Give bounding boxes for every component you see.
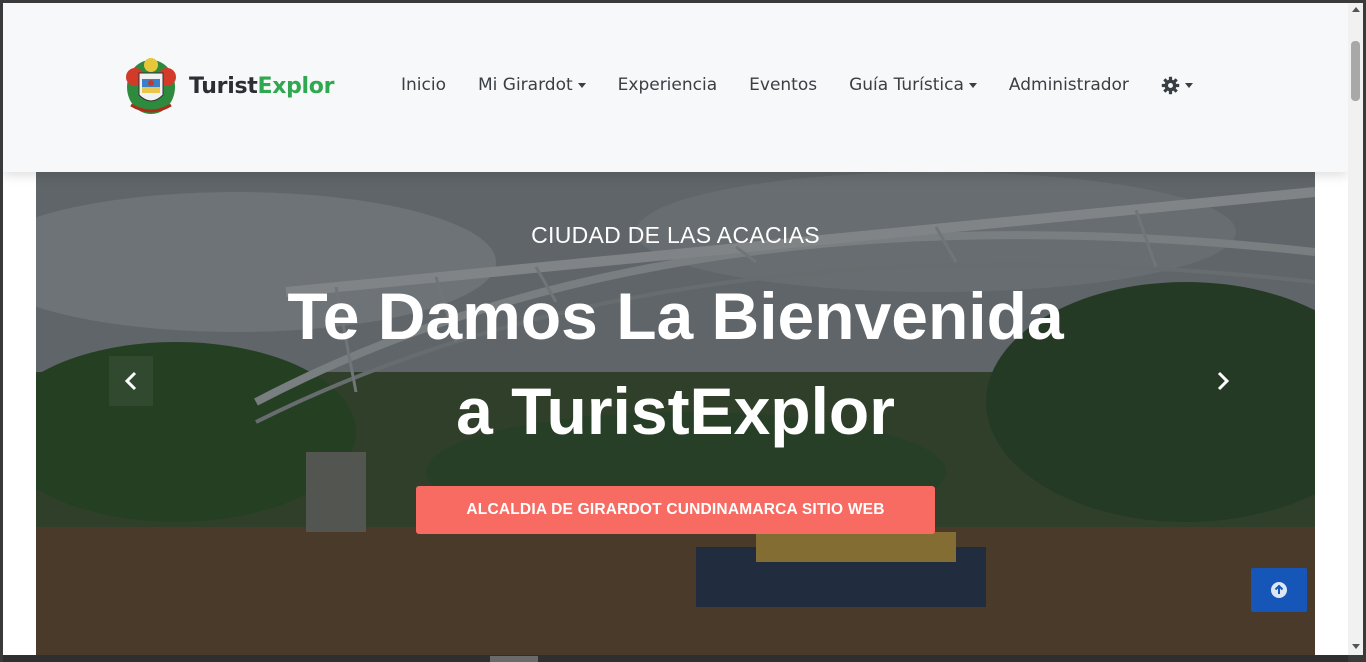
browser-viewport: TuristExplor Inicio Mi Girardot Experien…: [3, 3, 1348, 655]
horizontal-scrollbar[interactable]: [3, 655, 1348, 662]
caret-down-icon: [968, 82, 977, 88]
hero-carousel: CIUDAD DE LAS ACACIAS Te Damos La Bienve…: [36, 172, 1315, 655]
nav-label: Mi Girardot: [477, 75, 573, 95]
nav-guia-turistica[interactable]: Guía Turística: [849, 75, 977, 95]
cta-button[interactable]: ALCALDIA DE GIRARDOT CUNDINAMARCA SITIO …: [416, 486, 935, 534]
nav-label: Experiencia: [617, 75, 718, 95]
brand[interactable]: TuristExplor: [123, 55, 334, 117]
vertical-scrollbar[interactable]: [1348, 3, 1363, 655]
nav-inicio[interactable]: Inicio: [401, 75, 446, 95]
hero-subtitle: CIUDAD DE LAS ACACIAS: [531, 222, 820, 248]
scroll-down-arrow-icon[interactable]: [1352, 644, 1360, 649]
back-to-top-button[interactable]: [1251, 568, 1307, 612]
coat-of-arms-logo: [126, 58, 176, 114]
nav-label: Eventos: [749, 75, 818, 95]
nav-label: Guía Turística: [849, 75, 964, 95]
nav-label: Inicio: [401, 75, 446, 95]
chevron-left-icon: [124, 371, 137, 391]
navbar: TuristExplor Inicio Mi Girardot Experien…: [3, 3, 1348, 172]
brand-name: TuristExplor: [189, 73, 335, 99]
caret-down-icon: [577, 82, 586, 88]
scrollbar-thumb[interactable]: [1351, 41, 1360, 101]
carousel-next-button[interactable]: [1201, 356, 1245, 406]
nav-experiencia[interactable]: Experiencia: [618, 75, 718, 95]
arrow-up-circle-icon: [1271, 582, 1287, 598]
gear-icon: [1161, 76, 1180, 94]
nav-label: Administrador: [1008, 75, 1129, 95]
hero-headline: Te Damos La Bienvenida a TuristExplor: [36, 269, 1315, 459]
nav-administrador[interactable]: Administrador: [1009, 75, 1129, 95]
horizontal-scrollbar-thumb[interactable]: [490, 656, 538, 662]
main-nav: Inicio Mi Girardot Experiencia Eventos G…: [401, 75, 1193, 95]
scroll-up-arrow-icon[interactable]: [1352, 7, 1360, 12]
caret-down-icon: [1184, 82, 1193, 88]
chevron-right-icon: [1217, 371, 1230, 391]
hero-headline-line2: a TuristExplor: [456, 374, 895, 448]
nav-mi-girardot[interactable]: Mi Girardot: [478, 75, 586, 95]
carousel-prev-button[interactable]: [109, 356, 153, 406]
hero-headline-line1: Te Damos La Bienvenida: [287, 279, 1064, 353]
settings-dropdown[interactable]: [1161, 76, 1193, 95]
nav-eventos[interactable]: Eventos: [749, 75, 817, 95]
